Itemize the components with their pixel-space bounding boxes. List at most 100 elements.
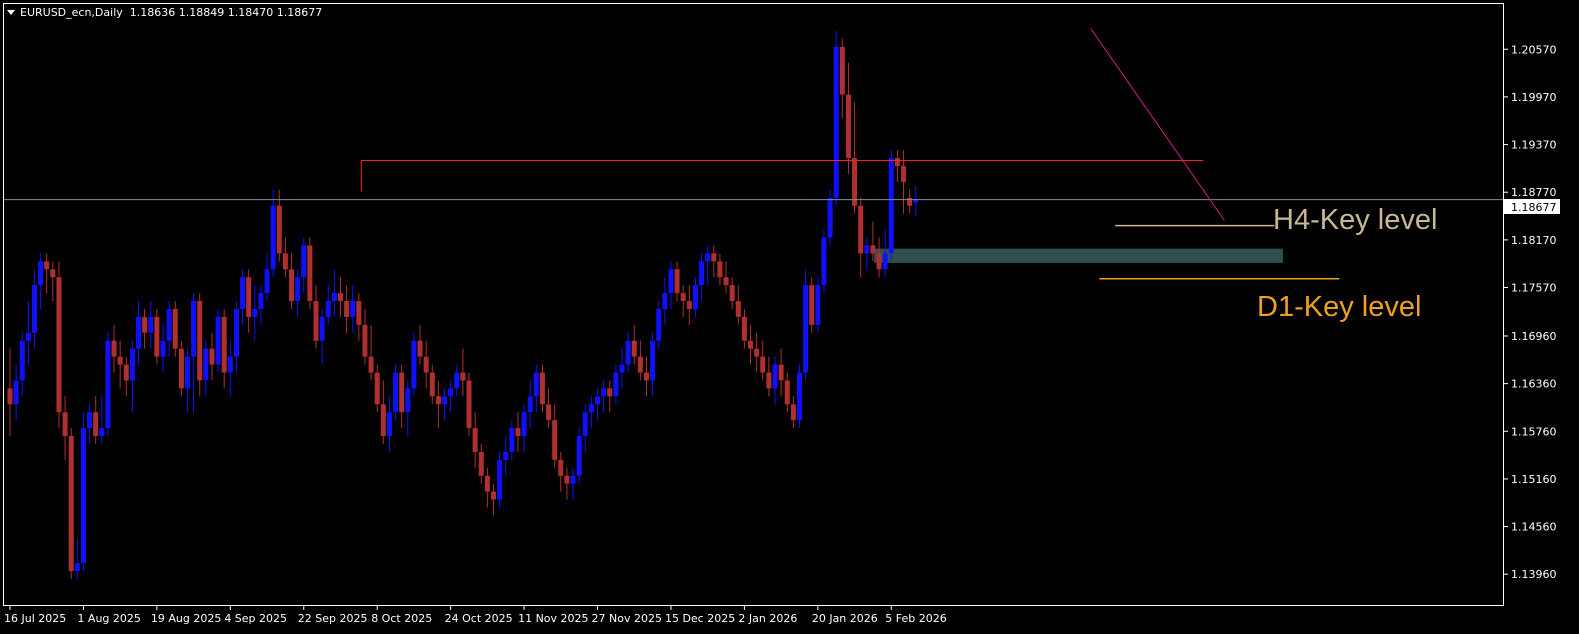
candle-body — [864, 245, 870, 254]
y-tick-label: 1.19370 — [1511, 139, 1557, 152]
y-tick-label: 1.15160 — [1511, 473, 1557, 486]
candle-body — [613, 372, 619, 397]
candle-body — [454, 372, 460, 389]
candle-body — [129, 348, 135, 381]
candle-body — [631, 340, 637, 357]
candle-body — [38, 261, 44, 286]
candle-body — [576, 436, 582, 476]
candle-body — [497, 459, 503, 500]
candle-body — [252, 308, 258, 317]
candle-body — [136, 316, 142, 349]
candle-body — [741, 316, 747, 341]
candle-body — [350, 301, 356, 317]
candle-body — [564, 475, 570, 484]
y-tick-label: 1.16960 — [1511, 330, 1557, 343]
candle — [215, 308, 221, 373]
candle-body — [44, 261, 50, 270]
candle-body — [221, 316, 227, 373]
candle — [393, 364, 399, 421]
candle-body — [172, 308, 178, 349]
candle-body — [552, 420, 558, 460]
candle-body — [821, 237, 827, 286]
candle-body — [368, 356, 374, 373]
candle-body — [31, 285, 37, 333]
x-tick-label: 15 Dec 2025 — [665, 612, 735, 625]
candle-body — [888, 158, 894, 254]
candle — [68, 428, 74, 579]
x-tick-label: 1 Aug 2025 — [77, 612, 140, 625]
candle-body — [490, 491, 496, 500]
candle — [56, 261, 62, 429]
candle-body — [319, 316, 325, 341]
current-price-label: 1.18677 — [1511, 201, 1557, 214]
candle-body — [907, 197, 913, 206]
candle-body — [93, 412, 99, 437]
candle-body — [754, 348, 760, 357]
candle-body — [258, 293, 264, 309]
candle — [888, 150, 894, 262]
x-tick-label: 16 Jul 2025 — [4, 612, 66, 625]
candle-body — [282, 253, 288, 270]
y-tick-label: 1.14560 — [1511, 521, 1557, 534]
candle-body — [209, 348, 215, 365]
candle-body — [429, 372, 435, 397]
candle-body — [503, 451, 509, 460]
candle-body — [723, 277, 729, 286]
candle-body — [472, 428, 478, 452]
candle-body — [582, 412, 588, 437]
candle-body — [625, 340, 631, 365]
candle-body — [442, 396, 448, 405]
candle-body — [166, 308, 172, 341]
candle-body — [80, 428, 86, 564]
candle-body — [515, 428, 521, 437]
candle-body — [882, 253, 888, 270]
candle-body — [374, 372, 380, 405]
candle-body — [662, 293, 668, 309]
candle-body — [668, 269, 674, 294]
candle-body — [637, 356, 643, 373]
candle — [576, 428, 582, 484]
candle-body — [748, 340, 754, 349]
candle-body — [62, 412, 68, 437]
candle-body — [87, 412, 93, 429]
candle-body — [74, 563, 80, 572]
candle-body — [289, 269, 295, 302]
candle-body — [417, 340, 423, 357]
candle-body — [19, 340, 25, 381]
candle-body — [595, 396, 601, 405]
candle-body — [546, 404, 552, 421]
candle-body — [215, 316, 221, 365]
candle-body — [307, 245, 313, 302]
y-tick-label: 1.19970 — [1511, 91, 1557, 104]
y-tick-label: 1.16360 — [1511, 378, 1557, 391]
candle-body — [460, 372, 466, 381]
candle-body — [99, 428, 105, 437]
candle-body — [717, 261, 723, 278]
y-tick-label: 1.18770 — [1511, 186, 1557, 199]
candle-body — [301, 245, 307, 278]
candle-body — [50, 269, 56, 278]
x-tick-label: 22 Sep 2025 — [298, 612, 368, 625]
candle-body — [270, 205, 276, 270]
candle-body — [423, 356, 429, 373]
candle-body — [858, 205, 864, 254]
candle — [154, 308, 160, 365]
candle-body — [448, 388, 454, 397]
candle-body — [699, 261, 705, 286]
candle-body — [178, 348, 184, 389]
candle-body — [778, 364, 784, 381]
support-zone — [874, 248, 1283, 263]
candle-body — [729, 285, 735, 302]
candle — [307, 237, 313, 309]
support-zone-layer — [874, 248, 1283, 263]
candle — [815, 277, 821, 333]
candle-body — [240, 277, 246, 309]
candle-body — [521, 412, 527, 437]
x-tick-label: 5 Feb 2026 — [885, 612, 946, 625]
candle-body — [203, 348, 209, 381]
candle-body — [790, 404, 796, 421]
candle-body — [331, 293, 337, 302]
x-tick-label: 2 Jan 2026 — [738, 612, 797, 625]
x-tick-label: 11 Nov 2025 — [518, 612, 588, 625]
price-chart[interactable]: 1.20570 1.19970 1.19370 1.18770 1.18170 1.175… — [0, 0, 1579, 634]
